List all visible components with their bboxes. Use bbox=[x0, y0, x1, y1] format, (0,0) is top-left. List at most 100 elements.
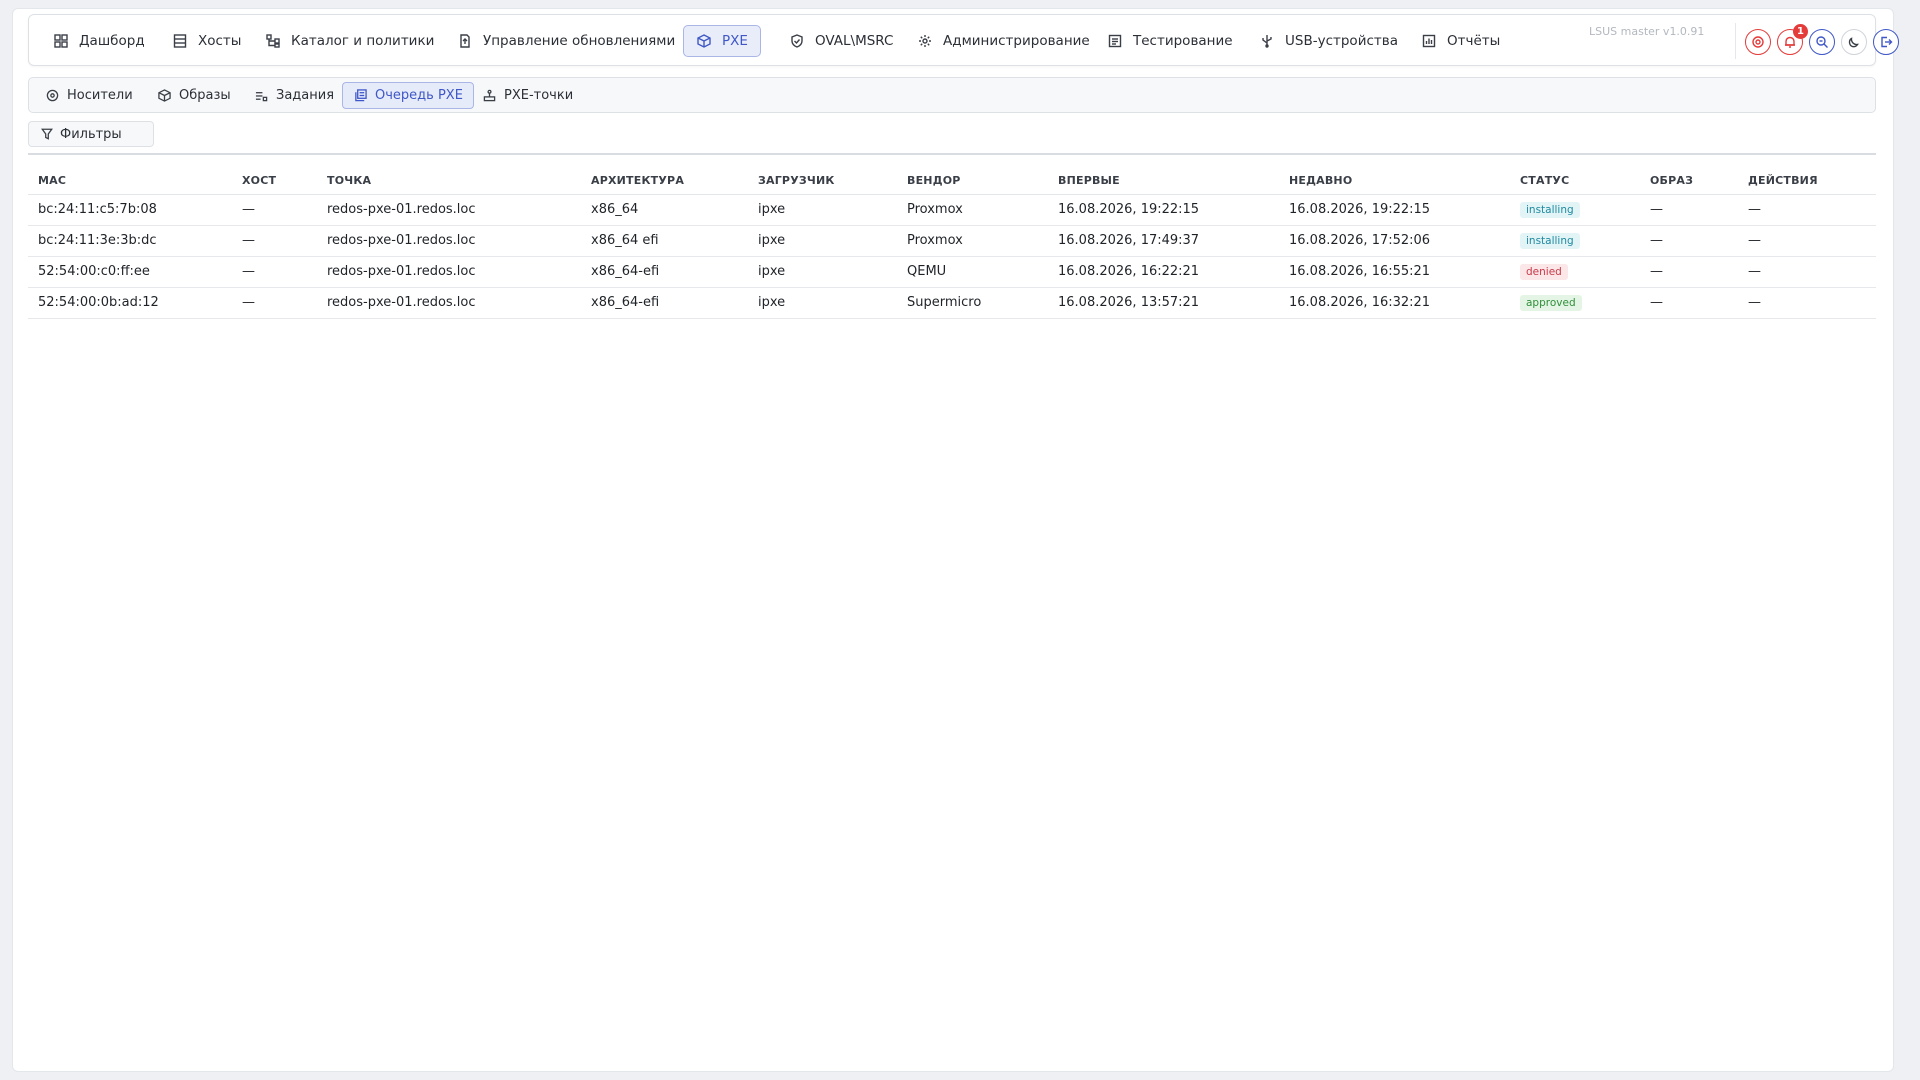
nav-item-label: USB-устройства bbox=[1285, 33, 1398, 49]
cell-status: installing bbox=[1510, 225, 1640, 257]
help-button[interactable] bbox=[1745, 29, 1771, 55]
cell-host: — bbox=[232, 194, 317, 226]
logout-icon bbox=[1879, 35, 1893, 49]
shield-check-icon bbox=[789, 33, 805, 49]
column-header-loader[interactable]: ЗАГРУЗЧИК bbox=[748, 168, 897, 195]
column-header-actions: ДЕЙСТВИЯ bbox=[1738, 168, 1876, 195]
cell-arch: x86_64 bbox=[581, 194, 748, 226]
nav-item-label: PXE bbox=[722, 33, 748, 49]
cell-last-seen: 16.08.2026, 19:22:15 bbox=[1279, 194, 1510, 226]
logout-button[interactable] bbox=[1873, 29, 1899, 55]
nav-item-pxe[interactable]: PXE bbox=[683, 25, 761, 57]
table-row[interactable]: 52:54:00:0b:ad:12 — redos-pxe-01.redos.l… bbox=[28, 287, 1876, 319]
nav-item-testing[interactable]: Тестирование bbox=[1095, 25, 1245, 57]
file-update-icon bbox=[457, 33, 473, 49]
filters-button[interactable]: Фильтры bbox=[28, 121, 154, 147]
content-divider bbox=[28, 153, 1876, 155]
column-header-vendor[interactable]: ВЕНДОР bbox=[897, 168, 1048, 195]
column-header-point[interactable]: ТОЧКА bbox=[317, 168, 581, 195]
table-row[interactable]: 52:54:00:c0:ff:ee — redos-pxe-01.redos.l… bbox=[28, 256, 1876, 288]
cell-mac: 52:54:00:c0:ff:ee bbox=[28, 256, 232, 288]
column-header-first-seen[interactable]: ВПЕРВЫЕ bbox=[1048, 168, 1279, 195]
tab-pxe-points[interactable]: PXE-точки bbox=[472, 82, 583, 109]
status-badge: denied bbox=[1520, 263, 1568, 280]
cell-first-seen: 16.08.2026, 17:49:37 bbox=[1048, 225, 1279, 257]
dashboard-icon bbox=[53, 33, 69, 49]
cell-image: — bbox=[1640, 287, 1738, 319]
column-header-last-seen[interactable]: НЕДАВНО bbox=[1279, 168, 1510, 195]
cell-status: approved bbox=[1510, 287, 1640, 319]
disc-icon bbox=[45, 89, 59, 103]
app-version: LSUS master v1.0.91 bbox=[1589, 25, 1705, 38]
cell-loader: ipxe bbox=[748, 225, 897, 257]
network-node-icon bbox=[482, 89, 496, 103]
cell-loader: ipxe bbox=[748, 256, 897, 288]
tab-label: Образы bbox=[179, 88, 231, 103]
tab-tasks[interactable]: Задания bbox=[244, 82, 344, 109]
filter-icon bbox=[41, 128, 53, 140]
tab-media[interactable]: Носители bbox=[35, 82, 143, 109]
nav-item-oval[interactable]: OVAL\MSRC bbox=[777, 25, 905, 57]
nav-item-label: Хосты bbox=[198, 33, 242, 49]
column-header-mac[interactable]: MAC bbox=[28, 168, 232, 195]
cell-vendor: Proxmox bbox=[897, 194, 1048, 226]
nav-item-reports[interactable]: Отчёты bbox=[1409, 25, 1512, 57]
nav-item-admin[interactable]: Администрирование bbox=[905, 25, 1102, 57]
nav-item-catalog[interactable]: Каталог и политики bbox=[253, 25, 446, 57]
test-report-icon bbox=[1107, 33, 1123, 49]
cell-first-seen: 16.08.2026, 13:57:21 bbox=[1048, 287, 1279, 319]
cell-actions: — bbox=[1738, 256, 1876, 288]
search-button[interactable] bbox=[1809, 29, 1835, 55]
cell-loader: ipxe bbox=[748, 194, 897, 226]
nav-item-label: Управление обновлениями bbox=[483, 33, 676, 49]
cell-host: — bbox=[232, 256, 317, 288]
nav-item-label: Дашборд bbox=[79, 33, 145, 49]
cell-image: — bbox=[1640, 194, 1738, 226]
cell-actions: — bbox=[1738, 225, 1876, 257]
settings-icon bbox=[917, 33, 933, 49]
column-header-status[interactable]: СТАТУС bbox=[1510, 168, 1640, 195]
column-header-image[interactable]: ОБРАЗ bbox=[1640, 168, 1738, 195]
cell-actions: — bbox=[1738, 287, 1876, 319]
table-row[interactable]: bc:24:11:c5:7b:08 — redos-pxe-01.redos.l… bbox=[28, 194, 1876, 226]
cell-vendor: QEMU bbox=[897, 256, 1048, 288]
server-icon bbox=[172, 33, 188, 49]
tasks-icon bbox=[254, 89, 268, 103]
cell-host: — bbox=[232, 225, 317, 257]
cell-status: denied bbox=[1510, 256, 1640, 288]
cell-arch: x86_64 efi bbox=[581, 225, 748, 257]
cell-point: redos-pxe-01.redos.loc bbox=[317, 256, 581, 288]
cell-mac: bc:24:11:c5:7b:08 bbox=[28, 194, 232, 226]
tab-label: Очередь PXE bbox=[375, 88, 463, 103]
notification-badge: 1 bbox=[1793, 24, 1808, 39]
column-header-arch[interactable]: АРХИТЕКТУРА bbox=[581, 168, 748, 195]
cell-vendor: Supermicro bbox=[897, 287, 1048, 319]
table-row[interactable]: bc:24:11:3e:3b:dc — redos-pxe-01.redos.l… bbox=[28, 225, 1876, 257]
theme-toggle-button[interactable] bbox=[1841, 29, 1867, 55]
usb-icon bbox=[1259, 33, 1275, 49]
nav-item-updates[interactable]: Управление обновлениями bbox=[445, 25, 687, 57]
search-zoom-icon bbox=[1815, 35, 1829, 49]
table-header-row: MAC ХОСТ ТОЧКА АРХИТЕКТУРА ЗАГРУЗЧИК ВЕН… bbox=[28, 168, 1876, 195]
cell-last-seen: 16.08.2026, 16:32:21 bbox=[1279, 287, 1510, 319]
cell-first-seen: 16.08.2026, 19:22:15 bbox=[1048, 194, 1279, 226]
tab-images[interactable]: Образы bbox=[147, 82, 241, 109]
nav-divider bbox=[1735, 23, 1736, 59]
tab-pxe-queue[interactable]: Очередь PXE bbox=[342, 82, 474, 109]
cell-last-seen: 16.08.2026, 16:55:21 bbox=[1279, 256, 1510, 288]
cell-loader: ipxe bbox=[748, 287, 897, 319]
cell-host: — bbox=[232, 287, 317, 319]
nav-item-usb[interactable]: USB-устройства bbox=[1247, 25, 1410, 57]
cell-arch: x86_64-efi bbox=[581, 256, 748, 288]
nav-item-label: Администрирование bbox=[943, 33, 1090, 49]
column-header-host[interactable]: ХОСТ bbox=[232, 168, 317, 195]
notifications-button[interactable]: 1 bbox=[1777, 24, 1808, 55]
status-badge: approved bbox=[1520, 294, 1582, 311]
box-icon bbox=[157, 89, 171, 103]
tab-label: Задания bbox=[276, 88, 335, 103]
nav-item-label: Тестирование bbox=[1133, 33, 1233, 49]
nav-item-dashboard[interactable]: Дашборд bbox=[41, 25, 157, 57]
nav-item-hosts[interactable]: Хосты bbox=[160, 25, 253, 57]
filters-label: Фильтры bbox=[60, 126, 122, 142]
cell-image: — bbox=[1640, 225, 1738, 257]
